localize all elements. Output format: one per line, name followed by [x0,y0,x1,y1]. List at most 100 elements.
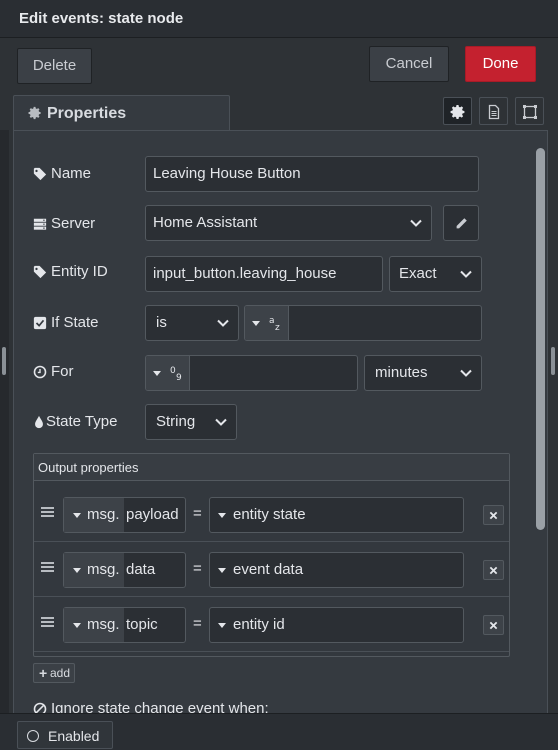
tag-icon [33,265,47,279]
table-row: msg. data = event data [34,542,509,597]
if-state-operator-select[interactable]: is [145,305,239,341]
circle-icon [27,730,39,742]
checkbox-checked-icon [33,316,47,330]
remove-row-button[interactable] [483,615,504,635]
entity-id-label: Entity ID [51,263,108,280]
svg-text:z: z [275,323,280,333]
msg-type-button[interactable]: msg. [64,498,124,532]
plus-icon: + [39,665,48,681]
number-type-button[interactable]: 09 [146,356,190,390]
string-type-button[interactable]: az [245,306,289,340]
string-type-icon: az [269,316,280,333]
output-value-select[interactable]: entity id [209,607,464,643]
server-label: Server [51,215,96,232]
state-type-label: State Type [46,413,118,430]
for-label: For [51,363,74,380]
equals-sign: = [193,615,202,632]
tab-properties-label: Properties [47,105,127,122]
gear-icon [28,106,42,125]
drag-handle-icon[interactable] [41,507,54,517]
output-value: event data [233,561,304,578]
svg-text:9: 9 [176,373,182,383]
clock-icon [33,365,47,379]
resize-handle-right[interactable] [551,347,555,375]
for-unit-value: minutes [375,364,428,381]
state-type-value: String [156,413,196,430]
left-edge [0,130,9,713]
done-button[interactable]: Done [465,46,536,82]
svg-text:a: a [269,316,275,326]
server-icon [33,218,47,230]
table-row: msg. payload = entity state [34,487,509,542]
if-state-value-input[interactable]: az [244,305,482,341]
edit-server-button[interactable] [443,205,479,241]
drag-handle-icon[interactable] [41,562,54,572]
output-property-name: data [126,561,156,578]
entity-id-input[interactable]: input_button.leaving_house [145,256,383,292]
tab-bar: Properties [0,92,558,131]
tab-appearance[interactable] [515,97,544,125]
remove-row-button[interactable] [483,560,504,580]
output-value: entity id [233,616,285,633]
add-output-label: add [50,666,71,680]
chevron-down-icon [410,219,422,227]
msg-prefix: msg. [87,561,120,578]
output-properties-title: Output properties [38,460,139,475]
close-icon [489,621,498,630]
output-property-name: payload [126,506,179,523]
chevron-down-icon [460,369,472,377]
name-input[interactable]: Leaving House Button [145,156,479,192]
scrollbar-thumb[interactable] [536,148,545,530]
tab-description[interactable] [479,97,508,125]
chevron-down-icon [215,418,227,426]
entity-match-value: Exact [399,265,437,282]
msg-type-button[interactable]: msg. [64,608,124,642]
server-select[interactable]: Home Assistant [145,205,432,241]
equals-sign: = [193,560,202,577]
delete-button[interactable]: Delete [17,48,92,84]
output-value: entity state [233,506,306,523]
toolbar: Delete Cancel Done [0,38,558,92]
output-properties-header: Output properties [34,454,509,481]
enabled-toggle[interactable]: Enabled [17,721,113,749]
if-state-label: If State [51,314,99,331]
resize-handle-left[interactable] [2,347,6,375]
equals-sign: = [193,505,202,522]
chevron-down-icon [217,319,229,327]
output-value-select[interactable]: entity state [209,497,464,533]
output-property-input[interactable]: msg. topic [63,607,186,643]
state-type-select[interactable]: String [145,404,237,440]
pencil-icon [456,218,467,229]
tag-icon [33,167,47,181]
close-icon [489,511,498,520]
remove-row-button[interactable] [483,505,504,525]
name-label: Name [51,165,92,182]
if-state-operator-value: is [156,314,167,331]
msg-prefix: msg. [87,616,120,633]
close-icon [489,566,498,575]
cancel-button[interactable]: Cancel [369,46,449,82]
output-value-select[interactable]: event data [209,552,464,588]
drag-handle-icon[interactable] [41,617,54,627]
server-select-value: Home Assistant [153,214,258,231]
title-bar: Edit events: state node [0,0,558,38]
footer: Enabled [0,713,558,750]
add-output-button[interactable]: + add [33,663,75,683]
for-unit-select[interactable]: minutes [364,355,482,391]
tab-properties[interactable]: Properties [13,95,230,131]
msg-type-button[interactable]: msg. [64,553,124,587]
entity-match-select[interactable]: Exact [389,256,482,292]
chevron-down-icon [460,270,472,278]
window-title: Edit events: state node [19,10,184,27]
enabled-label: Enabled [48,728,100,744]
tab-settings[interactable] [443,97,472,125]
output-properties-box: Output properties msg. payload = entity … [33,453,510,657]
output-property-name: topic [126,616,158,633]
number-type-icon: 09 [170,366,182,383]
output-property-input[interactable]: msg. payload [63,497,186,533]
droplet-icon [35,415,43,429]
table-row: msg. topic = entity id [34,597,509,652]
msg-prefix: msg. [87,506,120,523]
for-value-input[interactable]: 09 [145,355,358,391]
output-property-input[interactable]: msg. data [63,552,186,588]
